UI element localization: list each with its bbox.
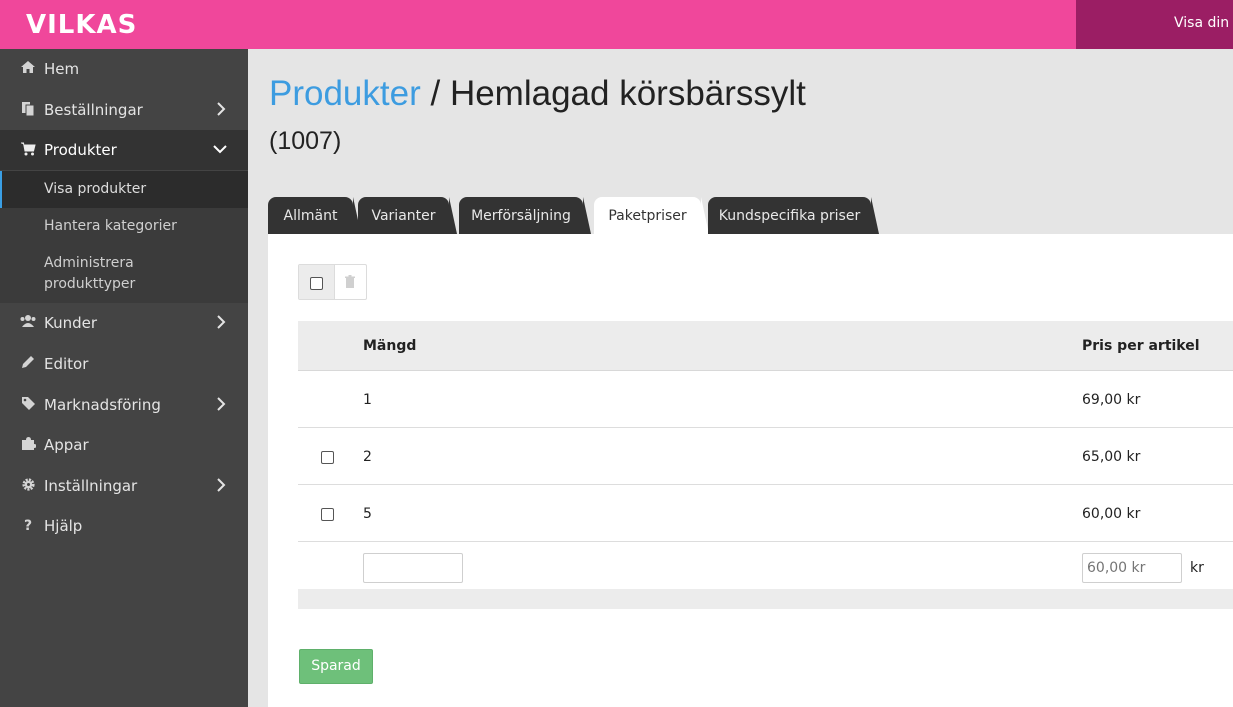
sidebar-subitem-label: Hantera kategorier (44, 218, 177, 234)
column-header-quantity: Mängd (363, 338, 417, 354)
sidebar-subitem-label: Visa produkter (44, 181, 147, 197)
table-row: 1 69,00 kr (298, 371, 1233, 428)
sidebar-item-editor[interactable]: Editor (0, 344, 248, 384)
sidebar-item-label: Inställningar (44, 477, 138, 495)
home-icon (19, 60, 37, 78)
sidebar-subitem-hantera-kategorier[interactable]: Hantera kategorier (0, 208, 248, 245)
select-all-checkbox[interactable] (310, 277, 323, 290)
currency-label: kr (1190, 560, 1204, 576)
new-price-input[interactable] (1082, 553, 1182, 583)
sidebar-item-installningar[interactable]: Inställningar (0, 466, 248, 506)
gear-icon (19, 477, 37, 495)
sidebar-subitem-visa-produkter[interactable]: Visa produkter (0, 171, 248, 208)
table-header: Mängd Pris per artikel (298, 321, 1233, 371)
quantity-cell: 2 (363, 449, 372, 465)
chevron-right-icon (217, 397, 226, 411)
breadcrumb-produkter[interactable]: Produkter (269, 74, 421, 113)
trash-icon[interactable] (344, 275, 356, 289)
view-store-label: Visa din butik (1174, 15, 1233, 31)
tab-paketpriser[interactable]: Paketpriser (594, 197, 709, 234)
new-quantity-input[interactable] (363, 553, 463, 583)
bulk-actions (298, 264, 367, 300)
table-row: 5 60,00 kr (298, 485, 1233, 542)
sidebar-item-label: Kunder (44, 314, 98, 332)
sidebar-item-appar[interactable]: Appar (0, 425, 248, 465)
sidebar-item-label: Produkter (44, 141, 117, 159)
table-footer (298, 589, 1233, 609)
tag-icon (19, 396, 37, 414)
users-icon (19, 314, 37, 332)
orders-icon (19, 101, 37, 119)
puzzle-icon (19, 436, 37, 454)
sidebar-item-marknadsforing[interactable]: Marknadsföring (0, 385, 248, 425)
table-row: 2 65,00 kr (298, 428, 1233, 485)
sidebar-item-hjalp[interactable]: ? Hjälp (0, 506, 248, 546)
sidebar-item-label: Editor (44, 355, 89, 373)
price-cell: 60,00 kr (1082, 506, 1141, 522)
question-icon: ? (23, 518, 33, 534)
row-checkbox[interactable] (321, 451, 334, 464)
vilkas-logo[interactable]: VILKAS (26, 10, 137, 40)
view-store-button[interactable]: Visa din butik (1076, 0, 1233, 49)
pencil-icon (19, 355, 37, 373)
save-button[interactable]: Sparad (299, 649, 373, 684)
price-cell: 69,00 kr (1082, 392, 1141, 408)
chevron-right-icon (217, 315, 226, 329)
tab-merforsaljning[interactable]: Merförsäljning (459, 197, 591, 234)
new-price-row: kr (298, 542, 1233, 589)
chevron-down-icon (213, 145, 227, 154)
tab-allmant[interactable]: Allmänt (268, 197, 361, 234)
sidebar-item-bestallningar[interactable]: Beställningar (0, 90, 248, 130)
column-header-price: Pris per artikel (1082, 338, 1200, 354)
sidebar-subitem-administrera-produkttyper[interactable]: Administrera produkttyper (0, 245, 248, 303)
tab-varianter[interactable]: Varianter (358, 197, 457, 234)
sidebar-item-label: Beställningar (44, 101, 143, 119)
sidebar-item-label: Hjälp (44, 517, 83, 535)
sidebar: Hem Beställningar Produkter Visa produkt… (0, 49, 248, 707)
sidebar-item-kunder[interactable]: Kunder (0, 303, 248, 343)
chevron-right-icon (217, 102, 226, 116)
row-checkbox[interactable] (321, 508, 334, 521)
product-id: (1007) (269, 127, 342, 155)
chevron-right-icon (217, 478, 226, 492)
select-all-toggle[interactable] (299, 265, 335, 299)
sidebar-item-produkter[interactable]: Produkter (0, 130, 248, 170)
sidebar-item-label: Appar (44, 436, 89, 454)
quantity-cell: 5 (363, 506, 372, 522)
page-title: Produkter / Hemlagad körsbärssylt (269, 74, 806, 114)
top-bar: VILKAS Visa din butik (0, 0, 1233, 49)
sidebar-item-label: Hem (44, 60, 80, 78)
breadcrumb-separator: / (420, 74, 450, 113)
sidebar-item-hem[interactable]: Hem (0, 49, 248, 89)
sidebar-item-label: Marknadsföring (44, 396, 161, 414)
price-cell: 65,00 kr (1082, 449, 1141, 465)
sidebar-subitem-label: Administrera produkttyper (44, 255, 136, 292)
cart-icon (19, 141, 37, 159)
tab-kundspecifika-priser[interactable]: Kundspecifika priser (708, 197, 879, 234)
quantity-cell: 1 (363, 392, 372, 408)
product-name: Hemlagad körsbärssylt (449, 74, 806, 113)
